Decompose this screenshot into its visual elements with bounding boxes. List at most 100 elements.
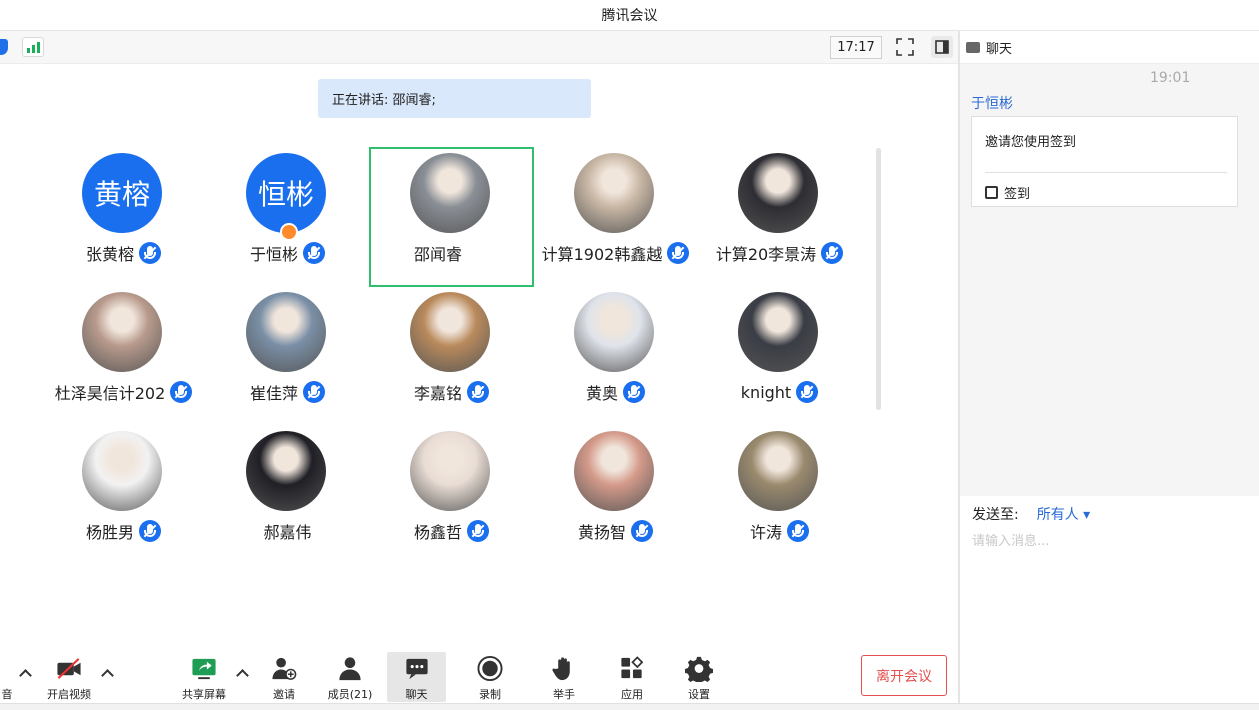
microphone-muted-icon [303,242,325,264]
security-shield-icon[interactable] [0,39,8,55]
avatar-photo [82,431,162,511]
microphone-muted-icon [139,242,161,264]
fullscreen-icon[interactable] [896,38,914,56]
participant-tile[interactable]: 崔佳萍 [205,286,370,426]
chat-sender-name[interactable]: 于恒彬 [971,93,1013,113]
participant-name-row: 杨鑫哲 [369,519,534,543]
network-signal-icon[interactable] [22,37,44,57]
participant-tile[interactable]: 黄榕 张黄榕 [41,147,206,287]
avatar: 恒彬 [246,153,326,233]
avatar-photo [574,292,654,372]
participant-name: 计算1902韩鑫越 [541,245,663,264]
chat-bubble-icon [405,658,428,680]
chat-timestamp: 19:01 [1150,70,1191,86]
microphone-muted-icon [623,381,645,403]
apps-icon [621,656,644,679]
grid-scrollbar[interactable] [876,148,881,410]
participant-tile[interactable]: 计算20李景涛 [697,147,862,287]
video-options-chevron-icon[interactable] [102,668,112,678]
microphone-muted-icon [139,520,161,542]
microphone-muted-icon [667,242,690,264]
participant-name: 黄扬智 [577,523,626,542]
members-label: 成员(21) [327,688,373,701]
meeting-clock: 17:17 [830,36,882,59]
host-badge-icon [280,223,298,241]
participant-tile[interactable]: 杨鑫哲 [369,425,534,565]
apps-button[interactable]: 应用 [603,650,661,702]
participant-name: 杨胜男 [85,523,134,542]
microphone-muted-icon [821,242,844,264]
participant-name: 黄奥 [585,384,618,403]
participant-name: 崔佳萍 [249,384,298,403]
participant-name-row: 计算20李景涛 [697,241,862,265]
side-panel-toggle-icon[interactable] [931,36,953,58]
microphone-muted-icon [303,381,325,403]
raise-hand-icon [552,657,570,681]
participant-name-row: knight [697,380,862,404]
participant-tile[interactable]: 邵闻睿 [369,147,807,343]
speaking-indicator: 正在讲话: 邵闻睿; [318,79,591,118]
share-screen-button[interactable]: 共享屏幕 [175,650,233,702]
raise-hand-button[interactable]: 举手 [535,650,593,702]
settings-button[interactable]: 设置 [670,650,728,702]
avatar-photo [574,431,654,511]
avatar-photo [410,292,490,372]
chat-panel-header: 聊天 [960,31,1259,64]
leave-meeting-button[interactable]: 离开会议 [861,655,947,696]
participant-tile[interactable]: 杨胜男 [41,425,206,565]
send-to-label: 发送至: [972,507,1019,523]
participant-name-row: 计算1902韩鑫越 [533,241,698,265]
avatar-photo [410,153,490,233]
avatar-photo [738,292,818,372]
window-title: 腾讯会议 [0,0,1259,31]
participant-name: 张黄榕 [85,245,134,264]
chat-message-input[interactable] [970,530,1254,552]
participant-name-row: 黄扬智 [533,519,698,543]
participant-tile[interactable]: 黄扬智 [533,425,698,565]
participant-name-row: 于恒彬 [205,241,370,265]
video-label: 开启视频 [47,688,91,701]
members-button[interactable]: 成员(21) [321,650,379,702]
invite-label: 邀请 [273,688,295,701]
meeting-toolbar: 音 开启视频 共享屏幕 邀请 成员(21) 聊天 录制 举手 应用 设置 [0,650,958,709]
microphone-icon [0,655,21,682]
send-target-dropdown[interactable]: 所有人 ▾ [1037,504,1090,524]
participant-tile[interactable]: knight [697,286,862,426]
participant-name-row: 杨胜男 [41,519,206,543]
avatar-photo [246,431,326,511]
microphone-muted-icon [787,520,809,542]
record-button[interactable]: 录制 [461,650,519,702]
chat-button[interactable]: 聊天 [387,652,446,702]
share-screen-label: 共享屏幕 [182,688,226,701]
participant-name-row: 李嘉铭 [369,380,534,404]
record-icon [477,655,503,682]
avatar-photo [82,292,162,372]
participant-tile[interactable]: 恒彬 于恒彬 [205,147,370,287]
microphone-muted-icon [170,381,193,403]
invite-button[interactable]: 邀请 [255,650,313,702]
participant-tile[interactable]: 杜泽昊信计202 [41,286,206,426]
participant-tile[interactable]: 黄奥 [533,286,698,426]
participant-name: 许涛 [749,523,782,542]
video-button[interactable]: 开启视频 [40,650,98,702]
participant-name-row: 杜泽昊信计202 [41,380,206,404]
record-label: 录制 [479,688,501,701]
participant-name: knight [740,382,792,402]
signin-link[interactable]: 签到 [985,183,1030,202]
participant-tile[interactable]: 郝嘉伟 [205,425,370,565]
share-screen-icon [192,658,216,680]
invite-user-icon [272,657,297,680]
avatar: 黄榕 [82,153,162,233]
participant-name-row: 崔佳萍 [205,380,370,404]
participant-name-row: 黄奥 [533,380,698,404]
participant-tile[interactable]: 李嘉铭 [369,286,534,426]
participant-tile[interactable]: 许涛 [697,425,862,565]
audio-label: 音 [1,688,13,701]
audio-options-chevron-icon[interactable] [20,668,30,678]
participant-name: 郝嘉伟 [263,523,312,542]
share-options-chevron-icon[interactable] [237,668,247,678]
participant-name-row: 张黄榕 [41,241,206,265]
participant-name: 于恒彬 [249,245,298,264]
avatar-photo [738,431,818,511]
participant-tile[interactable]: 计算1902韩鑫越 [533,147,698,287]
